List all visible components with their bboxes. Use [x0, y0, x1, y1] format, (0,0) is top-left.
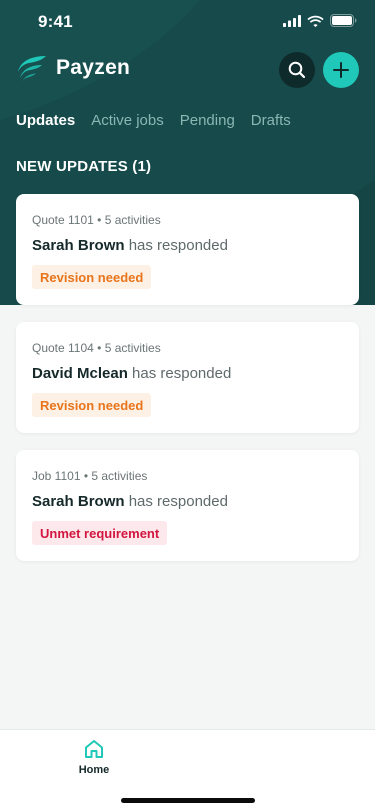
- tab-active-jobs[interactable]: Active jobs: [91, 112, 164, 129]
- card-action: has responded: [127, 365, 232, 382]
- status-bar: 9:41: [0, 0, 375, 44]
- payzen-logo-icon: [18, 56, 46, 82]
- status-icons: [283, 14, 357, 27]
- nav-home[interactable]: Home: [72, 738, 116, 776]
- card-contact-name: Sarah Brown: [32, 237, 125, 254]
- search-icon: [288, 61, 306, 79]
- plus-icon: [333, 62, 349, 78]
- card-meta: Quote 1104 • 5 activities: [32, 341, 161, 355]
- card-title: Sarah Brown has responded: [32, 493, 228, 510]
- card-meta: Job 1101 • 5 activities: [32, 469, 148, 483]
- section-title: NEW UPDATES (1): [16, 158, 152, 175]
- brand: Payzen: [16, 54, 130, 82]
- card-title: Sarah Brown has responded: [32, 237, 228, 254]
- tab-pending[interactable]: Pending: [180, 112, 235, 129]
- home-indicator: [121, 798, 255, 803]
- app-bar: Payzen: [0, 50, 375, 90]
- status-badge: Revision needed: [32, 265, 152, 289]
- home-icon: [85, 740, 103, 758]
- card-action: has responded: [124, 237, 228, 254]
- wifi-icon: [307, 15, 324, 27]
- update-card[interactable]: Quote 1104 • 5 activities David Mclean h…: [16, 322, 359, 433]
- card-title: David Mclean has responded: [32, 365, 231, 382]
- tab-drafts[interactable]: Drafts: [251, 112, 291, 129]
- add-button[interactable]: [323, 52, 359, 88]
- update-card[interactable]: Job 1101 • 5 activities Sarah Brown has …: [16, 450, 359, 561]
- nav-home-label: Home: [78, 764, 110, 776]
- tab-bar: Updates Active jobs Pending Drafts: [16, 112, 291, 129]
- search-button[interactable]: [279, 52, 315, 88]
- status-badge: Revision needed: [32, 393, 152, 417]
- card-contact-name: Sarah Brown: [32, 493, 125, 510]
- card-action: has responded: [124, 493, 228, 510]
- card-meta: Quote 1101 • 5 activities: [32, 213, 161, 227]
- cellular-signal-icon: [283, 14, 301, 27]
- battery-icon: [330, 14, 357, 27]
- status-badge: Unmet requirement: [32, 521, 168, 545]
- update-card[interactable]: Quote 1101 • 5 activities Sarah Brown ha…: [16, 194, 359, 305]
- brand-name: Payzen: [56, 56, 131, 79]
- card-contact-name: David Mclean: [32, 365, 128, 382]
- status-time: 9:41: [38, 12, 73, 31]
- tab-updates[interactable]: Updates: [16, 112, 75, 129]
